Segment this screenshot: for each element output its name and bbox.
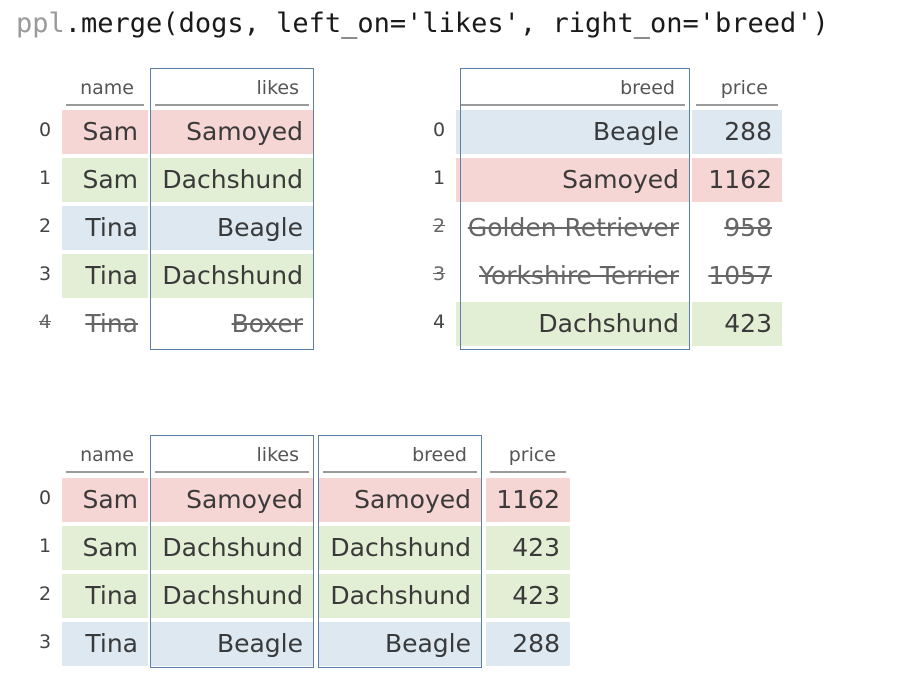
result-table-cell-name: Tina xyxy=(62,622,148,666)
left-table-cell-name: Tina xyxy=(62,254,148,298)
right-table-row-index: 4 xyxy=(432,311,446,333)
result-table-cell-name: Sam xyxy=(62,478,148,522)
result-table-header-likes: likes xyxy=(155,437,309,473)
result-table-cell-breed: Dachshund xyxy=(319,526,481,570)
result-table-cell-likes: Dachshund xyxy=(151,526,313,570)
left-table-row-index: 1 xyxy=(38,167,52,189)
left-table-cell-name: Sam xyxy=(62,110,148,154)
right-table-cell-breed: Beagle xyxy=(456,110,689,154)
result-table-header-breed: breed xyxy=(323,437,477,473)
right-table-cell-price: 1162 xyxy=(692,158,782,202)
left-table-header-likes: likes xyxy=(155,70,309,106)
result-table-cell-likes: Beagle xyxy=(151,622,313,666)
left-table-row-index: 0 xyxy=(38,119,52,141)
right-table-header-price: price xyxy=(696,70,778,106)
result-table-header-name: name xyxy=(66,437,144,473)
left-table-row-index: 3 xyxy=(38,263,52,285)
result-table-cell-price: 288 xyxy=(486,622,570,666)
result-table-cell-breed: Samoyed xyxy=(319,478,481,522)
result-table-cell-likes: Dachshund xyxy=(151,574,313,618)
left-table-cell-likes: Boxer xyxy=(231,309,303,338)
right-table-cell-breed: Yorkshire Terrier xyxy=(479,261,679,290)
right-table-row-index: 1 xyxy=(432,167,446,189)
right-table-cell-price: 423 xyxy=(692,302,782,346)
right-table-row-index: 0 xyxy=(432,119,446,141)
result-table-cell-name: Sam xyxy=(62,526,148,570)
right-table-cell-price: 288 xyxy=(692,110,782,154)
left-table-cell-likes: Beagle xyxy=(151,206,313,250)
result-table-row-index: 3 xyxy=(38,631,52,653)
result-table-header-price: price xyxy=(490,437,566,473)
left-table-row-index: 4 xyxy=(38,311,52,333)
right-table-cell-breed: Dachshund xyxy=(456,302,689,346)
right-table-cell-price: 958 xyxy=(724,213,772,242)
result-table-cell-name: Tina xyxy=(62,574,148,618)
tables-area: name likes 0 Sam Samoyed 1 Sam Dachshund 2 Tina Be… xyxy=(0,0,910,680)
right-table-cell-breed: Golden Retriever xyxy=(467,213,679,242)
result-table-cell-price: 1162 xyxy=(486,478,570,522)
left-table-row-index: 2 xyxy=(38,215,52,237)
result-table-row-index: 1 xyxy=(38,535,52,557)
result-table-cell-likes: Samoyed xyxy=(151,478,313,522)
result-table-cell-breed: Beagle xyxy=(319,622,481,666)
right-table-cell-price: 1057 xyxy=(708,261,772,290)
left-table-cell-name: Tina xyxy=(85,309,138,338)
result-table-cell-price: 423 xyxy=(486,526,570,570)
left-table-cell-name: Sam xyxy=(62,158,148,202)
left-table-cell-likes: Dachshund xyxy=(151,158,313,202)
result-table-row-index: 2 xyxy=(38,583,52,605)
right-table-row-index: 2 xyxy=(432,215,446,237)
right-table-cell-breed: Samoyed xyxy=(456,158,689,202)
result-table-cell-price: 423 xyxy=(486,574,570,618)
right-table-row-index: 3 xyxy=(432,263,446,285)
result-table-row-index: 0 xyxy=(38,487,52,509)
result-table-cell-breed: Dachshund xyxy=(319,574,481,618)
left-table-header-name: name xyxy=(66,70,144,106)
left-table-cell-name: Tina xyxy=(62,206,148,250)
left-table-cell-likes: Samoyed xyxy=(151,110,313,154)
left-table-cell-likes: Dachshund xyxy=(151,254,313,298)
right-table-header-breed: breed xyxy=(460,70,685,106)
